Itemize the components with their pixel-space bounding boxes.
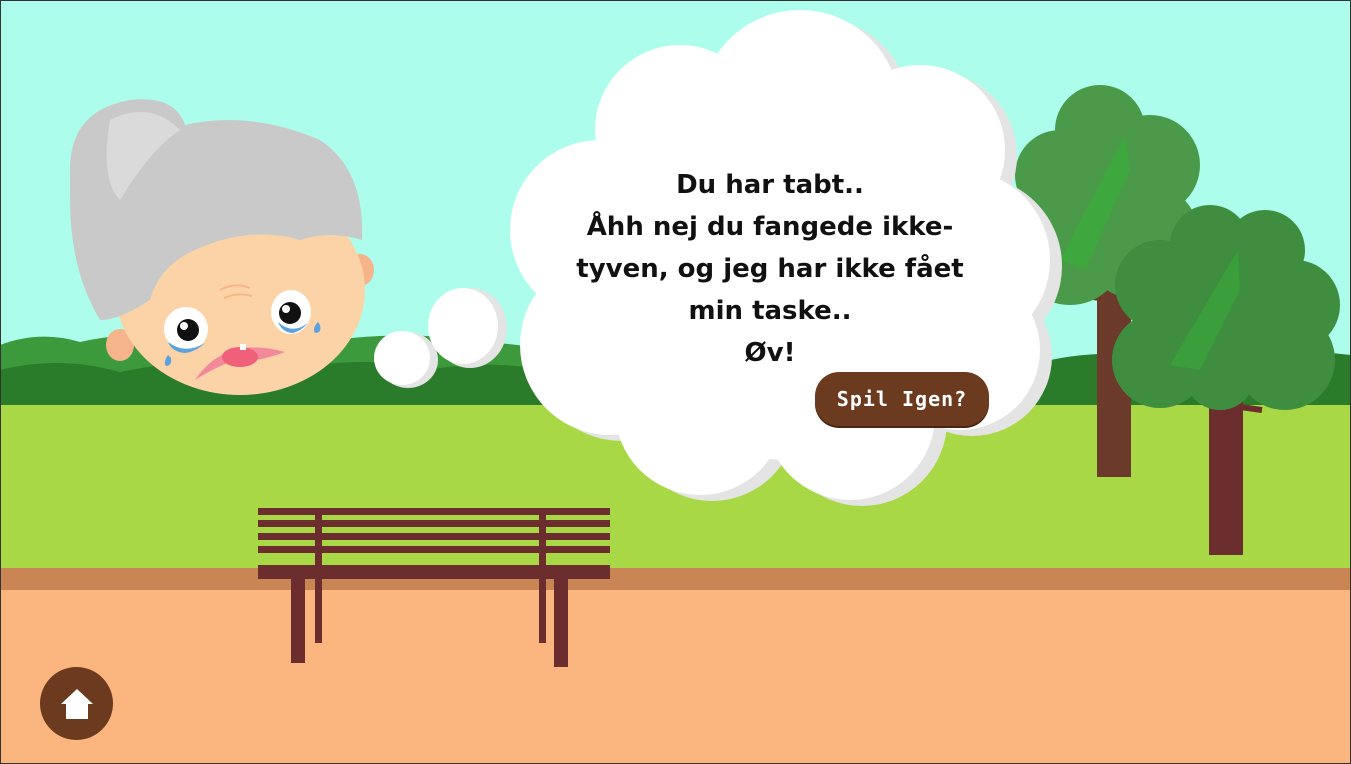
message-line: Du har tabt.. bbox=[676, 170, 864, 200]
game-screen: Du har tabt.. Åhh nej du fangede ikke- t… bbox=[0, 0, 1351, 764]
park-scene bbox=[0, 0, 1351, 764]
message-line: Øv! bbox=[744, 338, 796, 368]
home-button[interactable] bbox=[40, 667, 113, 740]
path-edge bbox=[0, 568, 1351, 590]
play-again-button[interactable]: Spil Igen? bbox=[815, 372, 989, 426]
message-line: Åhh nej du fangede ikke- bbox=[586, 212, 954, 242]
message-line: tyven, og jeg har ikke fået bbox=[576, 254, 964, 284]
ground bbox=[0, 590, 1351, 764]
home-icon bbox=[60, 688, 93, 719]
message-line: min taske.. bbox=[688, 296, 852, 326]
game-over-message: Du har tabt.. Åhh nej du fangede ikke- t… bbox=[555, 164, 985, 374]
